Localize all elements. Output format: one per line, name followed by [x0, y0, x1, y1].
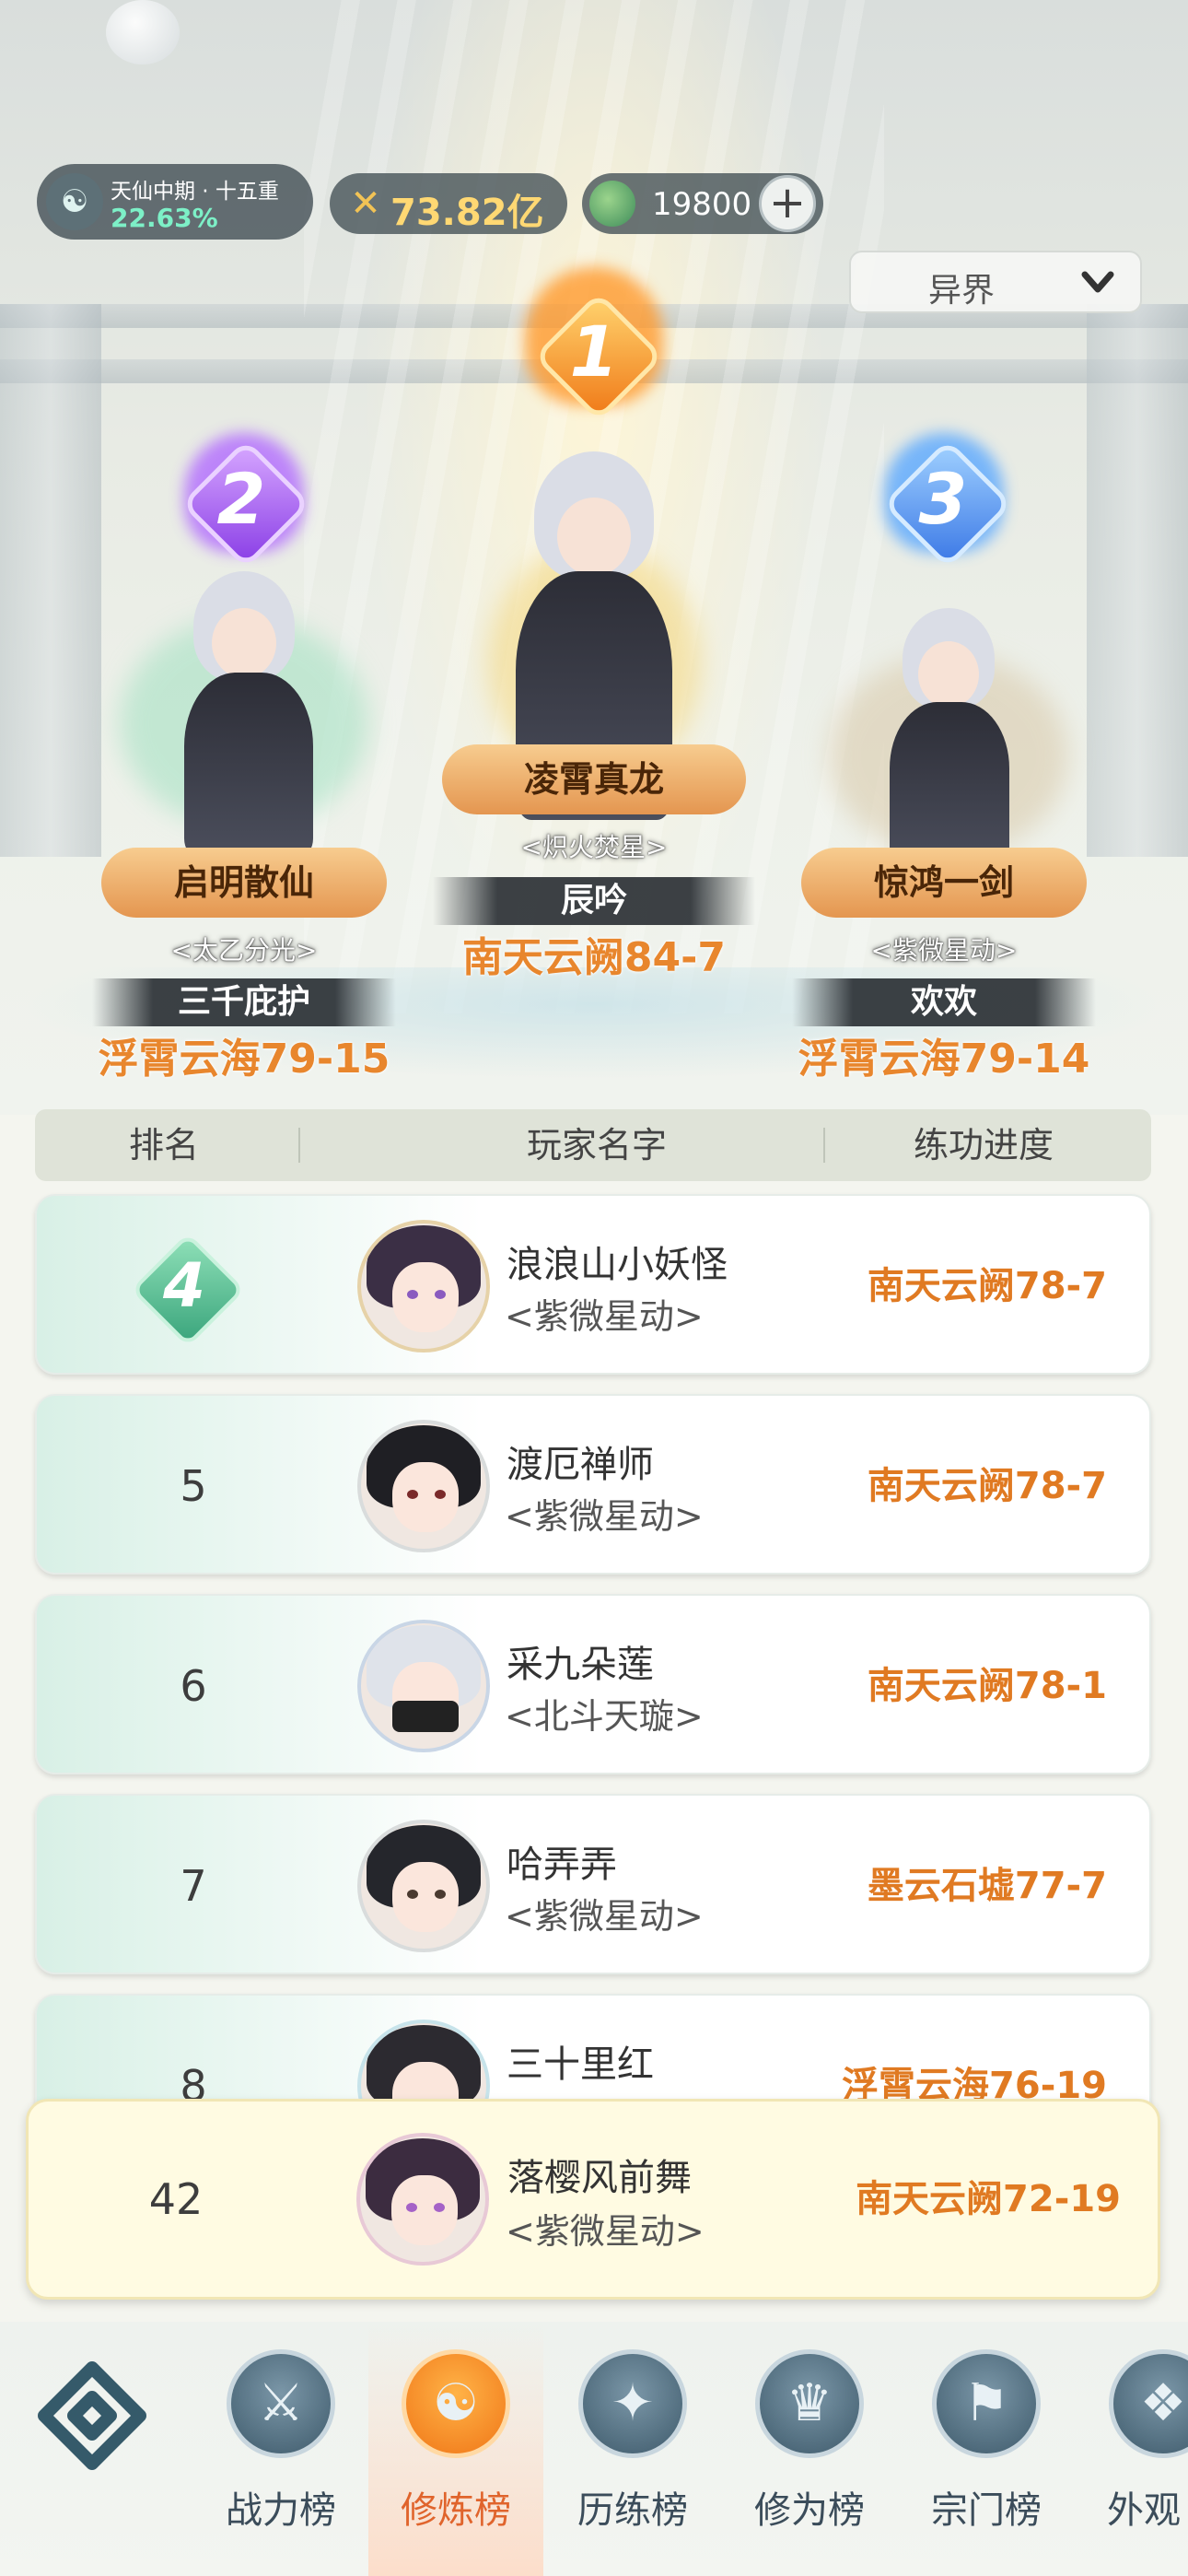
yin-yang-icon: ☯ — [402, 2349, 510, 2458]
tab-label: 修为榜 — [754, 2489, 865, 2532]
rank-1-progress: 南天云阙84-7 — [461, 934, 727, 981]
rank-3-badge: 3 — [882, 439, 1013, 569]
rank-2-badge: 2 — [181, 439, 311, 569]
rank-number: 5 — [180, 1461, 207, 1511]
tab-label: 宗门榜 — [931, 2489, 1042, 2532]
player-avatar[interactable] — [357, 1220, 490, 1352]
rank-2-guild: <太乙分光> — [170, 935, 318, 966]
tab-label: 历练榜 — [577, 2489, 688, 2532]
rank-3-character[interactable] — [829, 599, 1068, 875]
cultivator-avatar-icon: ☯ — [46, 173, 103, 230]
my-player-name: 落樱风前舞 — [507, 2157, 692, 2199]
my-player-progress: 南天云阙72-19 — [856, 2178, 1121, 2220]
player-avatar[interactable] — [357, 1620, 490, 1752]
rank-2-progress: 浮霄云海79-15 — [98, 1036, 390, 1083]
my-avatar[interactable] — [356, 2133, 489, 2266]
rank-3-player-name: 欢欢 — [792, 978, 1096, 1026]
rank-number: 7 — [180, 1861, 207, 1911]
world-select-dropdown[interactable]: 异界 — [849, 251, 1142, 313]
combat-power-chip[interactable]: ✕ 73.82亿 — [330, 173, 567, 234]
ranking-table-header: 排名 玩家名字 练功进度 — [35, 1109, 1151, 1181]
my-player-guild: <紫微星动> — [506, 2211, 705, 2252]
tab-experience[interactable]: ✦ 历练榜 — [545, 2322, 720, 2576]
player-avatar[interactable] — [357, 1420, 490, 1552]
player-name: 哈弄弄 — [507, 1844, 617, 1886]
player-name: 渡厄禅师 — [507, 1444, 654, 1486]
tab-appearance[interactable]: ❖ 外观 — [1076, 2322, 1188, 2576]
player-progress: 南天云阙78-1 — [867, 1665, 1107, 1707]
table-row[interactable]: 7 哈弄弄 <紫微星动> 墨云石墟77-7 — [35, 1794, 1151, 1974]
realm-title: 天仙中期 · 十五重 — [111, 180, 279, 204]
chevron-down-icon — [1081, 271, 1114, 293]
rank-3-progress: 浮霄云海79-14 — [798, 1036, 1090, 1083]
mask-icon — [392, 1701, 459, 1732]
player-name: 采九朵莲 — [507, 1644, 654, 1686]
table-row[interactable]: 4 浪浪山小妖怪 <紫微星动> 南天云阙78-7 — [35, 1194, 1151, 1375]
my-rank-row[interactable]: 42 落樱风前舞 <紫微星动> 南天云阙72-19 — [26, 2099, 1160, 2300]
rank-number: 6 — [180, 1661, 207, 1711]
player-guild: <紫微星动> — [505, 1896, 704, 1937]
my-rank-number: 42 — [148, 2174, 204, 2224]
rank-3-guild: <紫微星动> — [870, 935, 1018, 966]
header-rank: 排名 — [128, 1125, 199, 1165]
player-guild: <紫微星动> — [505, 1496, 704, 1537]
combat-power-value: 73.82亿 — [390, 192, 544, 234]
table-row[interactable]: 5 渡厄禅师 <紫微星动> 南天云阙78-7 — [35, 1394, 1151, 1575]
tab-combat-power[interactable]: ⚔ 战力榜 — [193, 2322, 368, 2576]
realm-chip[interactable]: ☯ 天仙中期 · 十五重 22.63% — [37, 164, 313, 240]
temple-pillar — [1087, 304, 1188, 857]
world-select-value: 异界 — [928, 272, 996, 310]
star-compass-icon: ✦ — [578, 2349, 687, 2458]
menu-diamond-icon[interactable] — [37, 2360, 147, 2471]
tab-label: 战力榜 — [226, 2489, 336, 2532]
header-player: 玩家名字 — [526, 1125, 667, 1165]
table-row[interactable]: 6 采九朵莲 <北斗天璇> 南天云阙78-1 — [35, 1594, 1151, 1774]
crossed-swords-icon: ✕ — [350, 182, 381, 225]
spirit-stone-icon — [589, 181, 635, 227]
spirit-stone-chip: 19800 + — [582, 173, 823, 234]
player-progress: 墨云石墟77-7 — [867, 1865, 1107, 1907]
player-name: 浪浪山小妖怪 — [507, 1244, 728, 1286]
spirit-stone-count: 19800 — [652, 186, 752, 223]
tab-sect[interactable]: ⚑ 宗门榜 — [899, 2322, 1074, 2576]
outfit-icon: ❖ — [1109, 2349, 1188, 2458]
player-progress: 南天云阙78-7 — [867, 1265, 1107, 1307]
tab-label: 外观 — [1107, 2489, 1181, 2532]
temple-pillar — [0, 304, 101, 857]
banner-icon: ⚑ — [932, 2349, 1041, 2458]
floating-bubble — [106, 0, 180, 64]
rank-1-player-name: 辰吟 — [433, 877, 755, 925]
header-divider — [298, 1128, 300, 1163]
add-spirit-stone-button[interactable]: + — [759, 175, 816, 232]
rank-1-title-plate: 凌霄真龙 — [442, 744, 746, 814]
tab-attainment[interactable]: ♛ 修为榜 — [722, 2322, 897, 2576]
header-divider — [823, 1128, 825, 1163]
realm-percent: 22.63% — [111, 203, 218, 233]
player-avatar[interactable] — [357, 1820, 490, 1952]
player-progress: 南天云阙78-7 — [867, 1465, 1107, 1507]
player-name: 三十里红 — [507, 2043, 654, 2086]
player-guild: <紫微星动> — [505, 1296, 704, 1337]
rank-1-badge: 1 — [533, 291, 664, 422]
immortal-hat-icon: ♛ — [755, 2349, 864, 2458]
bottom-navigation: ⚔ 战力榜 ☯ 修炼榜 ✦ 历练榜 ♛ 修为榜 ⚑ 宗门榜 ❖ 外观 — [0, 2322, 1188, 2576]
rank-1-guild: <炽火焚星> — [520, 832, 668, 862]
rank-2-character[interactable] — [120, 562, 368, 866]
player-guild: <北斗天璇> — [505, 1696, 704, 1737]
tab-label: 修炼榜 — [401, 2489, 511, 2532]
rank-3-title-plate: 惊鸿一剑 — [801, 848, 1087, 918]
header-progress: 练功进度 — [913, 1125, 1054, 1165]
tab-cultivation[interactable]: ☯ 修炼榜 — [368, 2322, 543, 2576]
rank-2-player-name: 三千庇护 — [92, 978, 396, 1026]
crossed-swords-icon: ⚔ — [227, 2349, 335, 2458]
rank-2-title-plate: 启明散仙 — [101, 848, 387, 918]
rank-4-badge: 4 — [129, 1231, 246, 1348]
